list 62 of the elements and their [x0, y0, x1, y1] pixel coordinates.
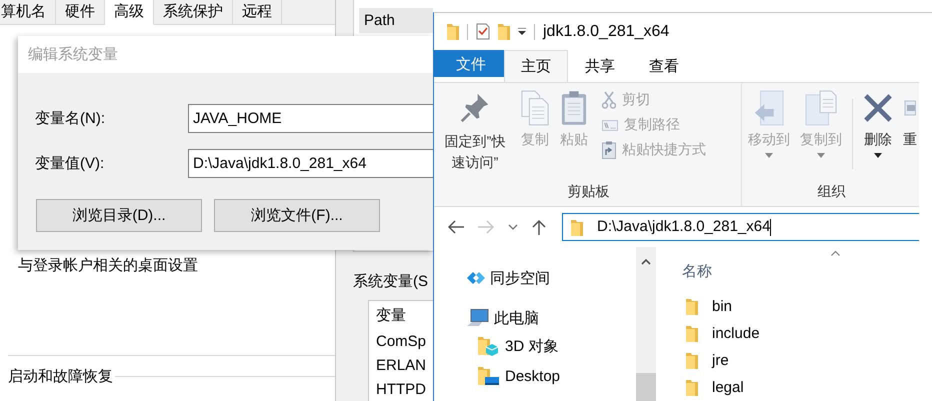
file-item[interactable]: jre — [682, 347, 919, 374]
folder-icon — [686, 325, 698, 342]
folder-desktop-icon — [478, 366, 500, 386]
file-item[interactable]: bin — [682, 293, 919, 320]
ribbon-tab[interactable]: 主页 — [504, 50, 568, 82]
nav-item[interactable]: Desktop — [434, 361, 636, 391]
folder-icon — [686, 352, 698, 369]
nav-item[interactable]: 3D 对象 — [434, 331, 636, 361]
group-label: 组织 — [816, 183, 846, 201]
folder-icon — [498, 23, 510, 40]
back-button[interactable] — [448, 220, 464, 234]
folder-cube-icon — [478, 336, 500, 356]
field-label: 变量值(V): — [35, 154, 106, 173]
group-label: 系统变量(S — [353, 272, 429, 291]
group-label: 剪贴板 — [566, 183, 610, 201]
folder-icon — [686, 379, 698, 396]
ribbon-tab[interactable]: 文件 — [434, 50, 504, 77]
list-row[interactable]: Path — [359, 8, 433, 33]
documents-icon — [805, 89, 837, 127]
description-text: 与登录帐户相关的桌面设置 — [18, 256, 198, 275]
recent-dropdown-button[interactable] — [508, 224, 518, 230]
section-heading: 启动和故障恢复 — [8, 367, 113, 386]
nav-item[interactable]: 此电脑 — [434, 305, 636, 331]
tab[interactable]: 高级 — [105, 0, 154, 25]
path-icon — [602, 120, 618, 130]
ribbon-button[interactable]: 删除 — [859, 89, 897, 158]
tab[interactable]: 算机名 — [0, 0, 56, 24]
nav-item[interactable]: 同步空间 — [434, 265, 636, 291]
input-field[interactable]: D:\Java\jdk1.8.0_281_x64 — [188, 149, 433, 178]
sort-up-icon — [831, 251, 840, 256]
field-label: 变量名(N): — [35, 109, 106, 128]
file-item[interactable]: legal — [682, 374, 919, 401]
browse-button[interactable]: 浏览文件(F)... — [214, 199, 380, 232]
address-field[interactable]: D:\Java\jdk1.8.0_281_x64 — [562, 213, 919, 241]
list-row[interactable]: HTTPD — [376, 377, 433, 401]
clipboard-icon — [602, 141, 616, 159]
list-row[interactable]: ERLAN — [376, 353, 433, 377]
scrollbar[interactable] — [636, 247, 656, 401]
folder-icon — [686, 298, 698, 315]
scissors-icon — [602, 91, 616, 109]
chevron-up-icon[interactable] — [641, 259, 651, 265]
file-item[interactable]: include — [682, 320, 919, 347]
documents-icon — [520, 89, 550, 127]
dropdown-icon[interactable] — [518, 28, 526, 35]
move-icon — [753, 89, 785, 127]
input-field[interactable]: JAVA_HOME — [188, 104, 433, 133]
dialog-title: 编辑系统变量 — [28, 45, 118, 64]
column-header[interactable]: 变量 — [376, 301, 433, 329]
clipboard-icon — [561, 89, 587, 127]
sync-icon — [467, 271, 485, 285]
ribbon-button[interactable]: 重 — [899, 89, 917, 149]
ribbon-button[interactable]: 固定到”快速访问” — [436, 89, 514, 173]
column-header[interactable]: 名称 — [682, 260, 712, 282]
window-title: jdk1.8.0_281_x64 — [543, 22, 670, 40]
browse-button[interactable]: 浏览目录(D)... — [36, 199, 202, 232]
computer-icon — [467, 309, 489, 327]
folder-icon — [571, 218, 583, 236]
list-row[interactable]: ComSp — [376, 329, 433, 353]
scroll-thumb[interactable] — [636, 373, 656, 401]
up-button[interactable] — [532, 219, 546, 235]
properties-icon[interactable] — [476, 23, 490, 40]
folder-icon — [447, 23, 459, 40]
